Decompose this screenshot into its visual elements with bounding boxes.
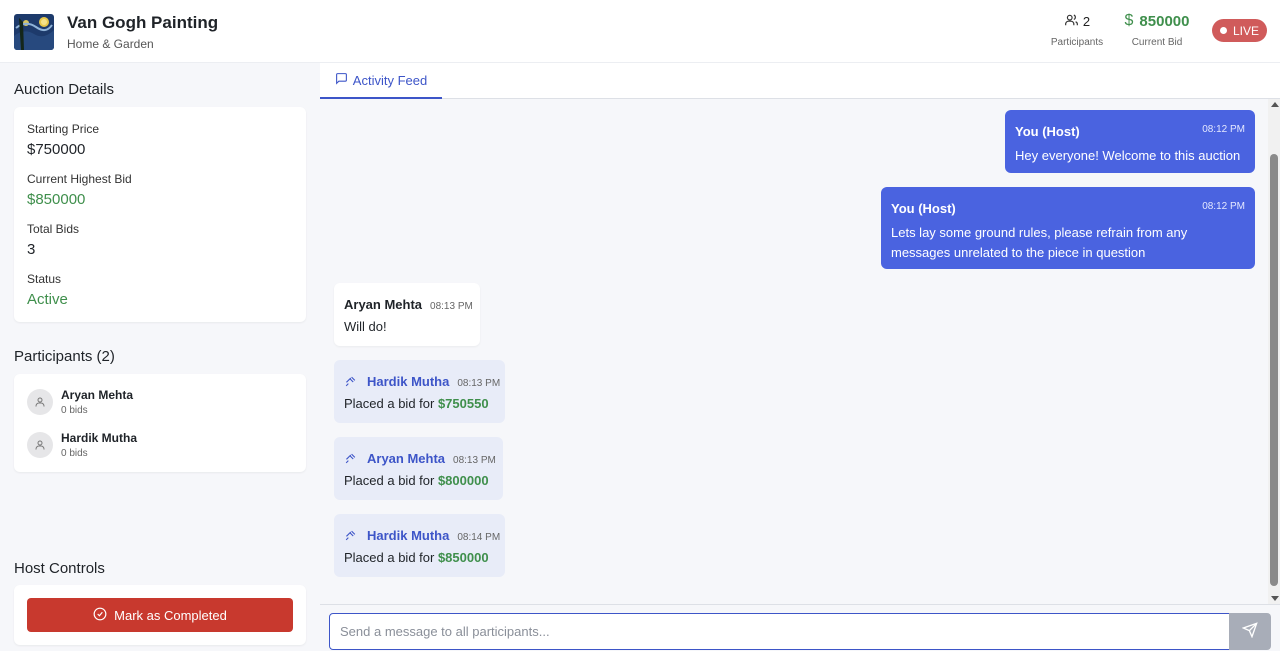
total-bids-value: 3 [27,241,36,258]
message-time: 08:13 PM [457,378,501,389]
auction-title: Van Gogh Painting [67,13,219,32]
starting-price-value: $750000 [27,141,86,158]
bid-text: Placed a bid for $750550 [344,396,489,411]
status-badge: Active [27,291,68,308]
message-author: You (Host) [891,201,956,216]
bid-prefix: Placed a bid for [344,550,438,565]
message-time: 08:13 PM [453,455,496,466]
message-composer [320,604,1280,651]
scrollbar-thumb[interactable] [1270,154,1278,586]
current-bid-caption: Current Bid [1131,37,1183,48]
participants-stat: 2 Participants [1046,13,1108,48]
message-author: Aryan Mehta [367,451,446,466]
message-author: Hardik Mutha [367,528,450,543]
user-icon [27,432,53,458]
users-icon [1064,13,1079,30]
participant-bids: 0 bids [61,405,88,416]
total-bids-label: Total Bids [27,222,80,236]
scroll-up-arrow-icon[interactable] [1271,102,1279,107]
message-author: Hardik Mutha [367,374,450,389]
painting-thumbnail [14,14,54,50]
tab-bar: Activity Feed [320,63,1280,99]
message-square-icon [335,72,348,88]
current-highest-value: $850000 [27,191,86,208]
send-button[interactable] [1229,613,1271,650]
live-badge: LIVE [1212,19,1267,42]
current-highest-label: Current Highest Bid [27,172,132,186]
check-circle-icon [93,607,107,624]
participant-item[interactable]: Hardik Mutha 0 bids [27,431,137,459]
auction-details-card: Starting Price $750000 Current Highest B… [14,107,306,322]
activity-feed[interactable]: You (Host) 08:12 PM Hey everyone! Welcom… [320,99,1268,604]
bid-text: Placed a bid for $800000 [344,473,489,488]
current-bid-stat: $ 850000 Current Bid [1120,12,1194,48]
bid-message: Hardik Mutha 08:14 PM Placed a bid for $… [334,514,505,577]
message-author: You (Host) [1015,124,1080,139]
send-icon [1241,622,1258,641]
message-text: Hey everyone! Welcome to this auction [1015,148,1241,163]
sidebar: Auction Details Starting Price $750000 C… [0,63,320,651]
current-bid-value: 850000 [1139,12,1190,30]
message-time: 08:12 PM [1202,124,1245,135]
bid-text: Placed a bid for $850000 [344,550,489,565]
feed-scrollbar[interactable] [1268,99,1280,604]
message-author: Aryan Mehta [344,297,423,312]
bid-message: Aryan Mehta 08:13 PM Placed a bid for $8… [334,437,503,500]
mark-completed-label: Mark as Completed [114,607,227,623]
user-icon [27,389,53,415]
auction-details-title: Auction Details [14,81,115,98]
bid-amount: $750550 [437,396,489,411]
participant-name: Hardik Mutha [61,431,138,445]
participants-title: Participants (2) [14,348,115,365]
participant-item[interactable]: Aryan Mehta 0 bids [27,388,133,416]
host-message: You (Host) 08:12 PM Hey everyone! Welcom… [1005,110,1255,173]
tab-label: Activity Feed [352,72,428,88]
participant-name: Aryan Mehta [61,388,134,402]
scroll-down-arrow-icon[interactable] [1271,596,1279,601]
message-time: 08:13 PM [430,301,473,312]
bid-prefix: Placed a bid for [344,396,438,411]
participants-count: 2 [1082,14,1091,29]
bid-amount: $800000 [437,473,489,488]
chat-message: Aryan Mehta 08:13 PM Will do! [334,283,480,346]
bid-message: Hardik Mutha 08:13 PM Placed a bid for $… [334,360,505,423]
bid-prefix: Placed a bid for [344,473,438,488]
header: Van Gogh Painting Home & Garden 2 Partic… [0,0,1280,63]
participants-card: Aryan Mehta 0 bids Hardik Mutha 0 bids [14,374,306,472]
auction-category: Home & Garden [67,37,154,51]
live-label: LIVE [1232,23,1259,38]
dollar-icon: $ [1124,12,1134,29]
tab-activity-feed[interactable]: Activity Feed [320,63,442,99]
status-label: Status [27,272,62,286]
message-time: 08:12 PM [1202,201,1245,212]
message-time: 08:14 PM [457,532,501,543]
message-text: Will do! [344,319,387,334]
participants-caption: Participants [1050,37,1104,48]
mark-completed-button[interactable]: Mark as Completed [27,598,293,632]
host-message: You (Host) 08:12 PM Lets lay some ground… [881,187,1255,269]
message-text: Lets lay some ground rules, please refra… [891,225,1188,260]
bid-amount: $850000 [437,550,489,565]
hammer-icon [344,529,357,542]
hammer-icon [344,375,357,388]
host-controls-title: Host Controls [14,560,105,577]
message-input[interactable] [329,613,1230,650]
starting-price-label: Starting Price [27,122,100,136]
participant-bids: 0 bids [61,448,88,459]
main-panel: Activity Feed You (Host) 08:12 PM Hey ev… [320,63,1280,651]
live-dot-icon [1219,27,1227,34]
hammer-icon [344,452,357,465]
